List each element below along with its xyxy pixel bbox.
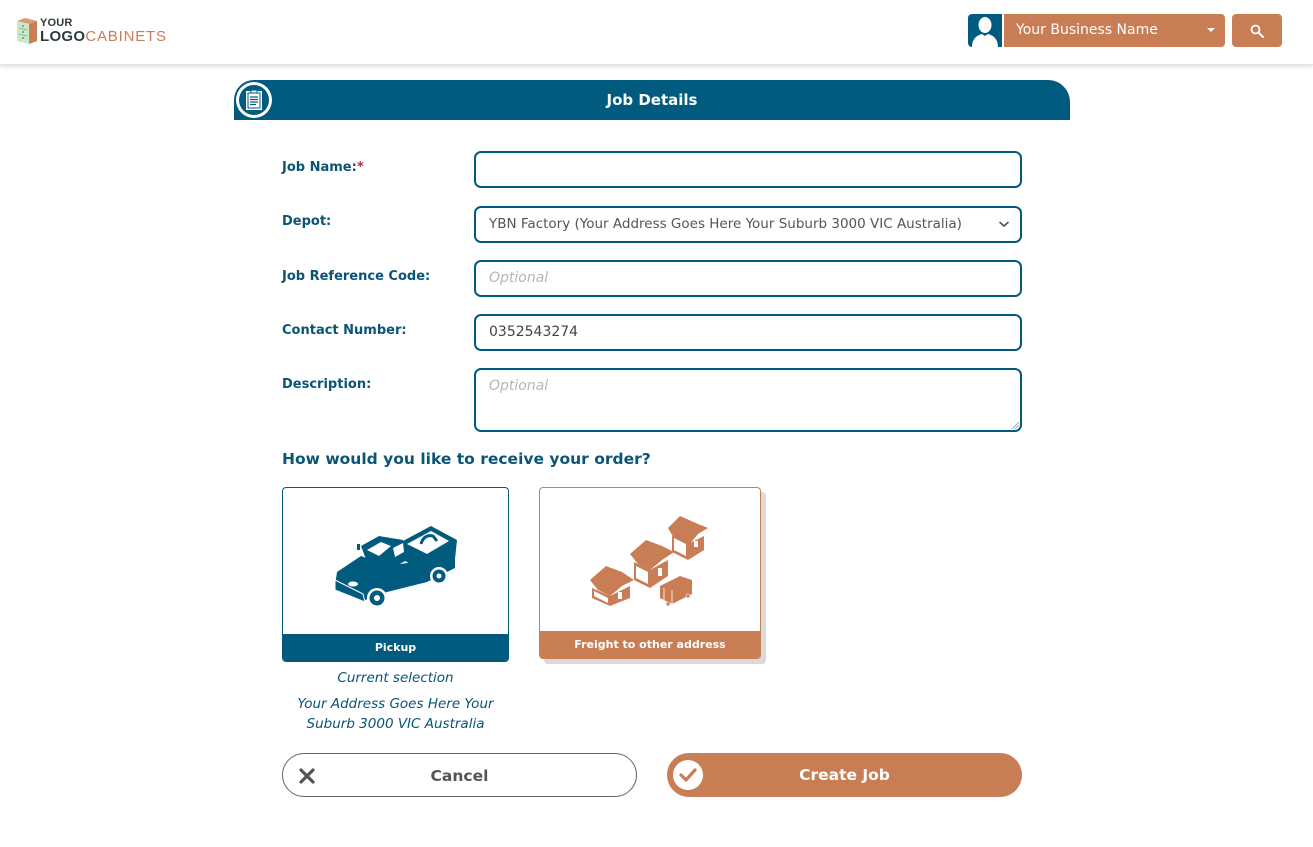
create-job-label: Create Job: [799, 766, 890, 784]
job-reference-code-input[interactable]: Optional: [474, 260, 1022, 297]
required-asterisk: *: [356, 160, 364, 175]
houses-delivery-icon: [589, 515, 708, 606]
business-name-dropdown[interactable]: Your Business Name: [1004, 14, 1225, 47]
contact-number-label: Contact Number:: [282, 323, 407, 338]
user-silhouette-icon: [972, 17, 998, 47]
cancel-button[interactable]: Cancel: [282, 753, 637, 797]
job-name-label-text: Job Name:: [282, 160, 357, 175]
current-selection-address: Your Address Goes Here Your Suburb 3000 …: [297, 696, 494, 732]
depot-label: Depot:: [282, 214, 332, 229]
job-details-banner: Job Details: [234, 80, 1070, 120]
freight-label: Freight to other address: [540, 631, 760, 658]
search-icon: [1250, 24, 1264, 38]
chevron-down-icon: [998, 221, 1010, 228]
pickup-truck-icon: [334, 525, 457, 608]
section-title: Job Details: [606, 91, 698, 109]
delivery-question: How would you like to receive your order…: [282, 450, 651, 468]
delivery-option-pickup[interactable]: Pickup: [282, 487, 509, 662]
job-reference-code-label: Job Reference Code:: [282, 269, 431, 284]
job-name-label: Job Name:*: [282, 160, 364, 175]
cancel-label: Cancel: [430, 767, 489, 785]
caret-down-icon: [1207, 28, 1215, 32]
depot-value: YBN Factory (Your Address Goes Here Your…: [489, 216, 962, 232]
top-bar: YOUR LOGO CABINETS Your Business Name: [0, 0, 1313, 65]
description-textarea[interactable]: Optional: [474, 368, 1022, 432]
create-job-button[interactable]: Create Job: [667, 753, 1022, 797]
current-selection-label: Current selection: [337, 670, 454, 686]
pickup-label: Pickup: [283, 634, 508, 661]
description-placeholder: Optional: [489, 378, 549, 394]
user-avatar[interactable]: [968, 14, 1002, 47]
logo-text-logo: LOGO: [40, 28, 86, 45]
logo-text-cabinets: CABINETS: [85, 28, 167, 45]
resize-handle-icon[interactable]: [1011, 421, 1019, 429]
delivery-option-freight[interactable]: Freight to other address: [539, 487, 761, 659]
search-button[interactable]: [1232, 14, 1282, 47]
job-name-input[interactable]: [474, 151, 1022, 188]
logo[interactable]: YOUR LOGO CABINETS: [17, 17, 167, 45]
depot-select[interactable]: YBN Factory (Your Address Goes Here Your…: [474, 206, 1022, 243]
description-label: Description:: [282, 377, 372, 392]
business-name-value: Your Business Name: [1016, 22, 1158, 38]
contact-number-input[interactable]: 0352543274: [474, 314, 1022, 351]
cabinet-logo-icon: [17, 18, 37, 44]
